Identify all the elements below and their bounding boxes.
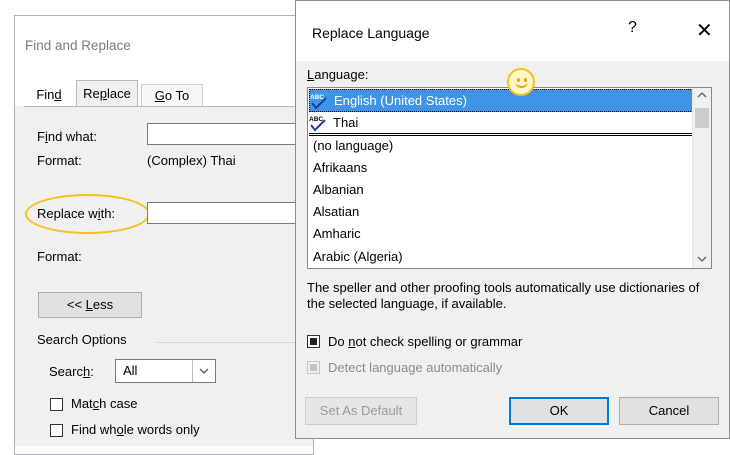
tab-replace[interactable]: Replace	[76, 80, 138, 107]
language-item-label: English (United States)	[334, 93, 467, 108]
svg-text:ABC: ABC	[309, 116, 323, 123]
scrollbar-thumb[interactable]	[695, 108, 709, 128]
chevron-down-icon[interactable]	[192, 360, 215, 382]
no-check-spelling-checkbox[interactable]	[307, 335, 320, 348]
find-replace-title: Find and Replace	[25, 38, 131, 53]
language-item[interactable]: Arabic (Algeria)	[309, 246, 693, 268]
language-item[interactable]: Alsatian	[309, 201, 693, 223]
help-icon[interactable]: ?	[628, 19, 637, 37]
cancel-button[interactable]: Cancel	[619, 397, 719, 425]
format2-label: Format:	[37, 249, 82, 264]
tab-divider	[24, 106, 313, 107]
replace-with-input[interactable]	[147, 202, 317, 224]
tab-find-label: Find	[36, 87, 62, 102]
language-item[interactable]: ABC English (United States)	[309, 89, 693, 112]
language-item[interactable]: Albanian	[309, 179, 693, 201]
replace-with-label: Replace with:	[37, 206, 116, 221]
search-select[interactable]: All	[115, 359, 216, 383]
search-label: Search:	[49, 364, 94, 379]
spelling-check-icon: ABC	[309, 116, 326, 132]
language-label: Language:	[307, 67, 369, 82]
language-item-label: Thai	[333, 115, 359, 130]
language-item-label: Amharic	[313, 226, 361, 241]
language-item-label: Alsatian	[313, 204, 360, 219]
tab-goto[interactable]: Go To	[141, 84, 203, 106]
svg-text:ABC: ABC	[310, 94, 324, 101]
format-label: Format:	[37, 153, 82, 168]
less-button-label: << Less	[66, 297, 114, 312]
whole-words-label: Find whole words only	[71, 422, 200, 437]
whole-words-checkbox[interactable]	[50, 424, 63, 437]
match-case-checkbox[interactable]	[50, 398, 63, 411]
replace-language-dialog: Replace Language ? ✕ Language: ABC Engli…	[295, 0, 730, 439]
scroll-up-icon[interactable]	[693, 90, 711, 101]
no-check-spelling-label: Do not check spelling or grammar	[328, 334, 523, 349]
tab-replace-label: Replace	[83, 86, 131, 101]
format-value: (Complex) Thai	[147, 153, 236, 168]
language-list[interactable]: ABC English (United States) ABC Thai (no…	[307, 87, 712, 269]
spelling-check-icon: ABC	[310, 94, 327, 110]
smiley-icon	[507, 68, 535, 96]
language-item-label: Arabic (Algeria)	[313, 249, 403, 264]
scroll-down-icon[interactable]	[693, 254, 711, 265]
find-what-label: Find what:	[37, 129, 97, 144]
language-item-label: (no language)	[313, 138, 394, 153]
ok-button[interactable]: OK	[509, 397, 609, 425]
detect-language-label: Detect language automatically	[328, 360, 503, 375]
dialog-title: Replace Language	[312, 25, 430, 41]
search-options-label: Search Options	[37, 332, 127, 347]
match-case-label: Match case	[71, 396, 138, 411]
set-as-default-button[interactable]: Set As Default	[305, 397, 417, 425]
language-item[interactable]: Amharic	[309, 223, 693, 245]
search-options-divider	[157, 342, 307, 343]
tab-goto-label: Go To	[154, 88, 190, 103]
search-select-value: All	[123, 363, 138, 378]
language-item[interactable]: (no language)	[309, 135, 693, 157]
language-item[interactable]: Afrikaans	[309, 157, 693, 179]
less-button[interactable]: << Less	[38, 292, 142, 318]
detect-language-checkbox[interactable]	[307, 361, 320, 374]
language-item[interactable]: ABC Thai	[309, 112, 693, 136]
tab-find[interactable]: Find	[24, 84, 74, 106]
language-list-scrollbar[interactable]	[692, 88, 711, 268]
find-replace-dialog: Find and Replace Find Replace Go To Find…	[14, 15, 317, 455]
language-item-label: Albanian	[313, 182, 364, 197]
language-item-label: Afrikaans	[313, 160, 368, 175]
close-icon[interactable]: ✕	[696, 18, 713, 43]
proofing-note: The speller and other proofing tools aut…	[307, 280, 700, 311]
find-what-input[interactable]	[147, 123, 317, 145]
